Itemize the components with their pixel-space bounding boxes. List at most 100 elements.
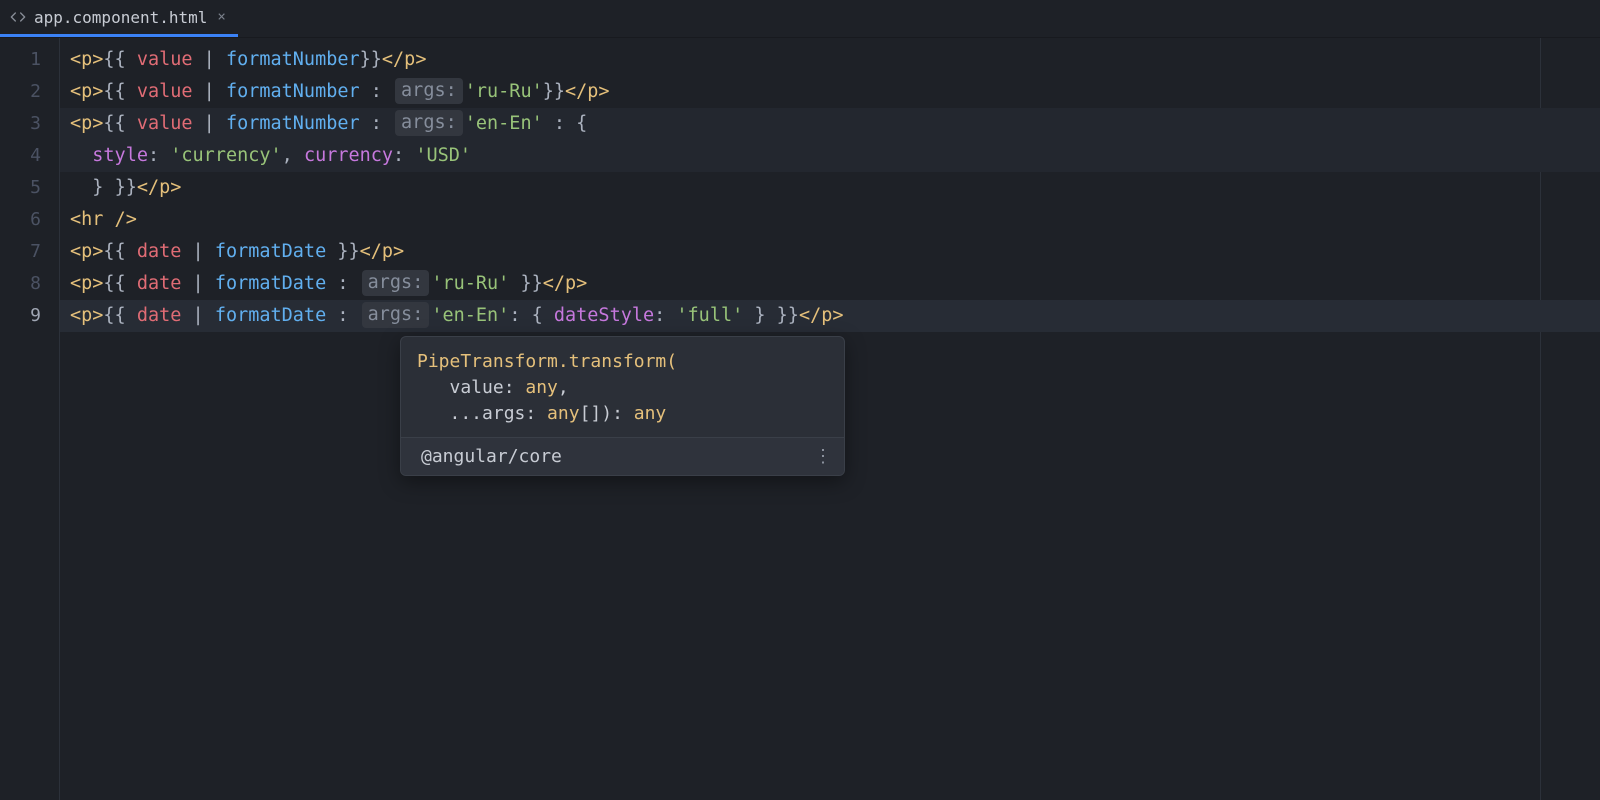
line-number: 2: [0, 76, 59, 108]
inlay-hint: args:: [395, 110, 463, 136]
tag-close: </p>: [565, 81, 610, 102]
signature-help-popup: PipeTransform.transform( value: any, ...…: [400, 336, 845, 476]
tag-open: <p>: [70, 305, 103, 326]
colon: :: [543, 113, 576, 134]
delimiter: {{: [103, 241, 136, 262]
delimiter: {{: [103, 113, 136, 134]
line-number: 6: [0, 204, 59, 236]
tag-open: <p>: [70, 241, 103, 262]
string: 'full': [676, 305, 743, 326]
string: 'USD': [415, 145, 471, 166]
signature-text: PipeTransform.transform( value: any, ...…: [401, 337, 844, 437]
pipe-name: formatNumber: [226, 113, 360, 134]
signature-footer: @angular/core ⋮: [401, 437, 844, 475]
delimiter: }}: [360, 49, 382, 70]
tab-close-icon[interactable]: ×: [217, 9, 225, 25]
more-options-icon[interactable]: ⋮: [814, 446, 832, 467]
delimiter: {{: [103, 81, 136, 102]
colon: :: [654, 305, 676, 326]
tag: <hr />: [70, 209, 137, 230]
identifier: date: [137, 241, 182, 262]
string: 'en-En': [431, 305, 509, 326]
pipe-bar: |: [193, 81, 226, 102]
pipe-name: formatDate: [215, 273, 326, 294]
identifier: value: [137, 81, 193, 102]
sig-line: value:: [417, 377, 525, 398]
code-line[interactable]: <p>{{ value | formatNumber : args:'en-En…: [60, 108, 1600, 140]
colon: :: [326, 305, 359, 326]
string: 'ru-Ru': [465, 81, 543, 102]
pipe-name: formatNumber: [226, 49, 360, 70]
code-line[interactable]: <p>{{ value | formatNumber}}</p>: [60, 44, 1600, 76]
identifier: date: [137, 305, 182, 326]
sig-type: any: [547, 403, 580, 424]
delimiter: {{: [103, 305, 136, 326]
module-label: @angular/core: [421, 446, 562, 467]
line-number: 4: [0, 140, 59, 172]
code-editor[interactable]: 1 2 3 4 5 6 7 8 9 <p>{{ value | formatNu…: [0, 38, 1600, 800]
string: 'currency': [170, 145, 281, 166]
colon: :: [393, 145, 415, 166]
identifier: value: [137, 113, 193, 134]
inlay-hint: args:: [362, 302, 430, 328]
tag-open: <p>: [70, 273, 103, 294]
sig-line: ...args:: [417, 403, 547, 424]
sig-punc: ,: [558, 377, 569, 398]
inlay-hint: args:: [395, 78, 463, 104]
brace: }: [92, 177, 114, 198]
line-number: 8: [0, 268, 59, 300]
attr: currency: [304, 145, 393, 166]
string: 'ru-Ru': [431, 273, 509, 294]
space: [326, 241, 337, 262]
pipe-bar: |: [193, 113, 226, 134]
sig-line: PipeTransform.transform(: [417, 351, 677, 372]
line-number-gutter: 1 2 3 4 5 6 7 8 9: [0, 38, 60, 800]
colon: :: [148, 145, 170, 166]
colon: :: [326, 273, 359, 294]
code-line[interactable]: <p>{{ date | formatDate }}</p>: [60, 236, 1600, 268]
tag-close: </p>: [137, 177, 182, 198]
code-line[interactable]: } }}</p>: [60, 172, 1600, 204]
code-line[interactable]: <p>{{ date | formatDate : args:'ru-Ru' }…: [60, 268, 1600, 300]
pipe-bar: |: [193, 49, 226, 70]
colon: :: [360, 113, 393, 134]
attr: style: [92, 145, 148, 166]
line-number: 3: [0, 108, 59, 140]
code-line[interactable]: <hr />: [60, 204, 1600, 236]
identifier: date: [137, 273, 182, 294]
tag-close: </p>: [543, 273, 588, 294]
tab-app-component[interactable]: app.component.html ×: [0, 0, 238, 37]
tag-close: </p>: [799, 305, 844, 326]
code-line[interactable]: <p>{{ value | formatNumber : args:'ru-Ru…: [60, 76, 1600, 108]
delimiter: {{: [103, 273, 136, 294]
brace: }: [743, 305, 776, 326]
code-line[interactable]: style: 'currency', currency: 'USD': [60, 140, 1600, 172]
delimiter: {{: [103, 49, 136, 70]
space: [509, 273, 520, 294]
pipe-name: formatNumber: [226, 81, 360, 102]
delimiter: }}: [777, 305, 799, 326]
code-area[interactable]: <p>{{ value | formatNumber}}</p> <p>{{ v…: [60, 38, 1600, 800]
attr: dateStyle: [554, 305, 654, 326]
line-number: 5: [0, 172, 59, 204]
brace: {: [576, 113, 587, 134]
delimiter: }}: [337, 241, 359, 262]
tab-bar: app.component.html ×: [0, 0, 1600, 38]
tag-close: </p>: [382, 49, 427, 70]
line-number: 9: [0, 300, 59, 332]
indent: [70, 145, 92, 166]
pipe-name: formatDate: [215, 305, 326, 326]
inlay-hint: args:: [362, 270, 430, 296]
tab-label: app.component.html: [34, 8, 207, 27]
code-line-active[interactable]: <p>{{ date | formatDate : args:'en-En': …: [60, 300, 1600, 332]
code-file-icon: [10, 9, 26, 25]
delimiter: }}: [115, 177, 137, 198]
delimiter: }}: [520, 273, 542, 294]
identifier: value: [137, 49, 193, 70]
indent: [70, 177, 92, 198]
brace: {: [532, 305, 554, 326]
sig-punc: []):: [580, 403, 634, 424]
delimiter: }}: [543, 81, 565, 102]
tag-open: <p>: [70, 113, 103, 134]
tag-open: <p>: [70, 81, 103, 102]
